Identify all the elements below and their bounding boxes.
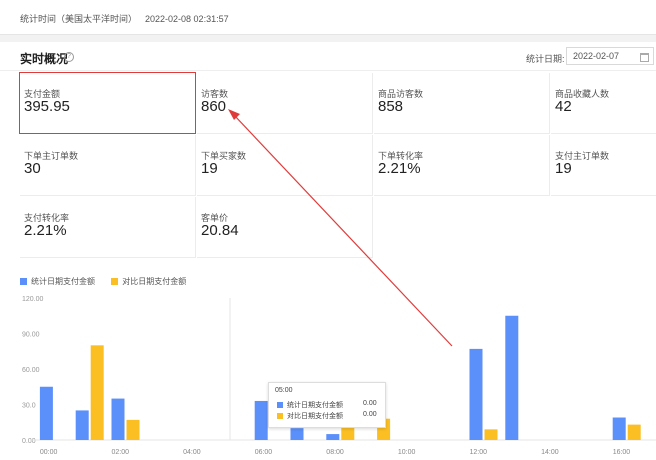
x-tick-label: 14:00 [541,449,559,456]
tooltip-swatch-compare [277,413,283,420]
bar-current [75,410,89,440]
bar-current [39,386,53,440]
metric-product-visitors[interactable]: 商品访客数 858 [374,73,550,134]
y-tick-label: 60.00 [22,367,40,374]
top-bar: 统计时间（美国太平洋时间） 2022-02-08 02:31:57 [0,0,656,35]
stat-time-info: 统计时间（美国太平洋时间） 2022-02-08 02:31:57 [20,12,229,25]
x-tick-label: 06:00 [255,449,273,456]
bar-current [612,417,626,440]
legend-swatch-compare [111,278,119,286]
chart-legend: 统计日期支付金额 对比日期支付金额 [20,276,200,287]
bar-current [505,315,519,440]
x-tick-label: 00:00 [40,449,58,456]
metric-value: 2.21% [24,222,67,239]
metric-value: 858 [378,98,404,115]
stat-time-value: 2022-02-08 02:31:57 [145,14,229,24]
metric-value: 30 [24,160,41,177]
metric-value: 19 [201,160,218,177]
tooltip-value-current: 0.00 [363,400,377,407]
date-value: 2022-02-07 [573,51,620,61]
legend-swatch-current [20,278,27,286]
chart-tooltip: 05:00 统计日期支付金额 0.00 对比日期支付金额 0.00 [268,382,386,428]
metric-value: 42 [555,98,572,115]
panel-title: 实时概况 [20,52,69,66]
metric-value: 20.84 [201,222,239,239]
metric-order-conversion[interactable]: 下单转化率 2.21% [374,135,550,196]
bar-current [326,434,340,440]
tooltip-name-compare: 对比日期支付金额 [287,413,343,420]
x-tick-label: 16:00 [613,449,631,456]
metric-visitors[interactable]: 访客数 860 [197,73,373,134]
metric-avg-order-value[interactable]: 客单价 20.84 [197,197,373,258]
legend-label-compare: 对比日期支付金额 [122,277,187,286]
bar-compare [484,429,498,440]
tooltip-row-compare: 对比日期支付金额 0.00 [277,411,377,421]
x-tick-label: 02:00 [112,449,130,456]
tooltip-value-compare: 0.00 [363,411,377,418]
legend-label-current: 统计日期支付金额 [31,277,95,286]
x-tick-label: 08:00 [326,449,344,456]
y-tick-label: 90.00 [22,332,40,339]
metric-order-buyers[interactable]: 下单买家数 19 [197,135,373,196]
bar-compare [90,345,104,440]
metric-main-orders[interactable]: 下单主订单数 30 [20,135,196,196]
y-tick-label: 30.0 [22,403,36,410]
bar-current [290,428,304,440]
tooltip-row-current: 统计日期支付金额 0.00 [277,400,377,410]
metric-value: 860 [201,98,227,115]
metric-product-favorites[interactable]: 商品收藏人数 42 [551,73,656,134]
legend-compare[interactable]: 对比日期支付金额 [111,276,186,287]
metric-value: 19 [555,160,572,177]
date-label: 统计日期: [526,54,565,64]
bar-compare [627,424,641,440]
help-icon[interactable]: ? [64,52,74,62]
metric-value: 2.21% [378,160,421,177]
stat-time-label: 统计时间（美国太平洋时间） [20,14,138,24]
y-tick-label: 0.00 [22,438,36,445]
calendar-icon[interactable] [640,53,649,62]
bar-compare [126,419,140,440]
tooltip-time: 05:00 [275,387,293,394]
panel-header: 实时概况 ? 统计日期: 2022-02-07 [0,42,656,71]
highlight-box [19,72,196,134]
payment-bar-chart: 120.00 90.00 60.00 30.0 0.00 00:00 02:00 04:00 0… [22,296,656,456]
metric-paid-orders[interactable]: 支付主订单数 19 [551,135,656,196]
bar-current [111,398,125,440]
date-picker[interactable]: 2022-02-07 [566,47,654,65]
x-tick-label: 10:00 [398,449,416,456]
y-tick-label: 120.00 [22,296,44,303]
x-tick-label: 12:00 [470,449,488,456]
metric-payment-conversion[interactable]: 支付转化率 2.21% [20,197,196,258]
bar-current [469,348,483,440]
x-tick-label: 04:00 [183,449,201,456]
tooltip-name-current: 统计日期支付金额 [287,402,343,409]
tooltip-swatch-current [277,402,283,409]
bar-current [254,400,268,440]
legend-current[interactable]: 统计日期支付金额 [20,276,95,287]
